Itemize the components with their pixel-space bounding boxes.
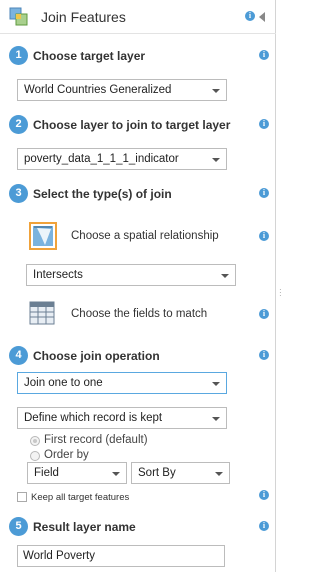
spatial-info-icon[interactable]: i <box>259 231 269 241</box>
target-layer-dropdown[interactable]: World Countries Generalized <box>17 79 227 101</box>
step-2-badge: 2 <box>9 115 28 134</box>
step-1-title: Choose target layer <box>33 49 146 63</box>
join-features-icon <box>9 7 28 26</box>
record-kept-value: Define which record is kept <box>24 412 163 424</box>
panel-title: Join Features <box>41 9 126 25</box>
order-field-dropdown[interactable]: Field <box>27 462 127 484</box>
sort-by-dropdown[interactable]: Sort By <box>131 462 230 484</box>
step-3-info-icon[interactable]: i <box>259 188 269 198</box>
join-features-panel: Join Features i 1 Choose target layer i … <box>0 0 276 572</box>
chevron-down-icon <box>212 382 220 386</box>
table-fields-icon <box>29 301 55 325</box>
match-fields-label: Choose the fields to match <box>71 308 208 320</box>
keep-all-features-checkbox[interactable] <box>17 492 27 502</box>
fields-info-icon[interactable]: i <box>259 309 269 319</box>
step-4-title: Choose join operation <box>33 349 160 363</box>
join-operation-value: Join one to one <box>24 377 103 389</box>
first-record-label: First record (default) <box>44 434 148 446</box>
step-1-badge: 1 <box>9 46 28 65</box>
step-5-badge: 5 <box>9 517 28 536</box>
target-layer-value: World Countries Generalized <box>24 84 172 96</box>
join-operation-dropdown[interactable]: Join one to one <box>17 372 227 394</box>
chevron-down-icon <box>215 472 223 476</box>
panel-header: Join Features i <box>0 0 276 34</box>
header-info-icon[interactable]: i <box>245 11 255 21</box>
spatial-relationship-icon <box>33 226 53 246</box>
step-2-title: Choose layer to join to target layer <box>33 118 231 132</box>
step-1-info-icon[interactable]: i <box>259 50 269 60</box>
order-field-value: Field <box>34 467 59 479</box>
chevron-down-icon <box>221 274 229 278</box>
keep-all-info-icon[interactable]: i <box>259 490 269 500</box>
step-3-badge: 3 <box>9 184 28 203</box>
join-layer-dropdown[interactable]: poverty_data_1_1_1_indicator <box>17 148 227 170</box>
result-layer-name-field[interactable] <box>17 545 225 567</box>
step-5-info-icon[interactable]: i <box>259 521 269 531</box>
spatial-relationship-button[interactable] <box>29 222 57 250</box>
step-4-badge: 4 <box>9 346 28 365</box>
step-4-info-icon[interactable]: i <box>259 350 269 360</box>
step-5-title: Result layer name <box>33 520 136 534</box>
chevron-down-icon <box>212 89 220 93</box>
order-by-label: Order by <box>44 449 89 461</box>
resize-grip-icon[interactable]: · · · <box>279 286 282 300</box>
match-fields-button[interactable] <box>29 301 55 325</box>
keep-all-features-label: Keep all target features <box>31 492 130 503</box>
record-kept-dropdown[interactable]: Define which record is kept <box>17 407 227 429</box>
first-record-radio[interactable] <box>30 436 40 446</box>
chevron-down-icon <box>212 158 220 162</box>
sort-by-value: Sort By <box>138 467 176 479</box>
spatial-relationship-value: Intersects <box>33 269 83 281</box>
chevron-down-icon <box>112 472 120 476</box>
order-by-radio[interactable] <box>30 451 40 461</box>
collapse-arrow-icon[interactable] <box>259 12 265 22</box>
chevron-down-icon <box>212 417 220 421</box>
spatial-relationship-dropdown[interactable]: Intersects <box>26 264 236 286</box>
result-layer-name-input[interactable] <box>18 546 224 566</box>
step-3-title: Select the type(s) of join <box>33 187 172 201</box>
step-2-info-icon[interactable]: i <box>259 119 269 129</box>
spatial-relationship-label: Choose a spatial relationship <box>71 230 219 242</box>
join-layer-value: poverty_data_1_1_1_indicator <box>24 153 179 165</box>
